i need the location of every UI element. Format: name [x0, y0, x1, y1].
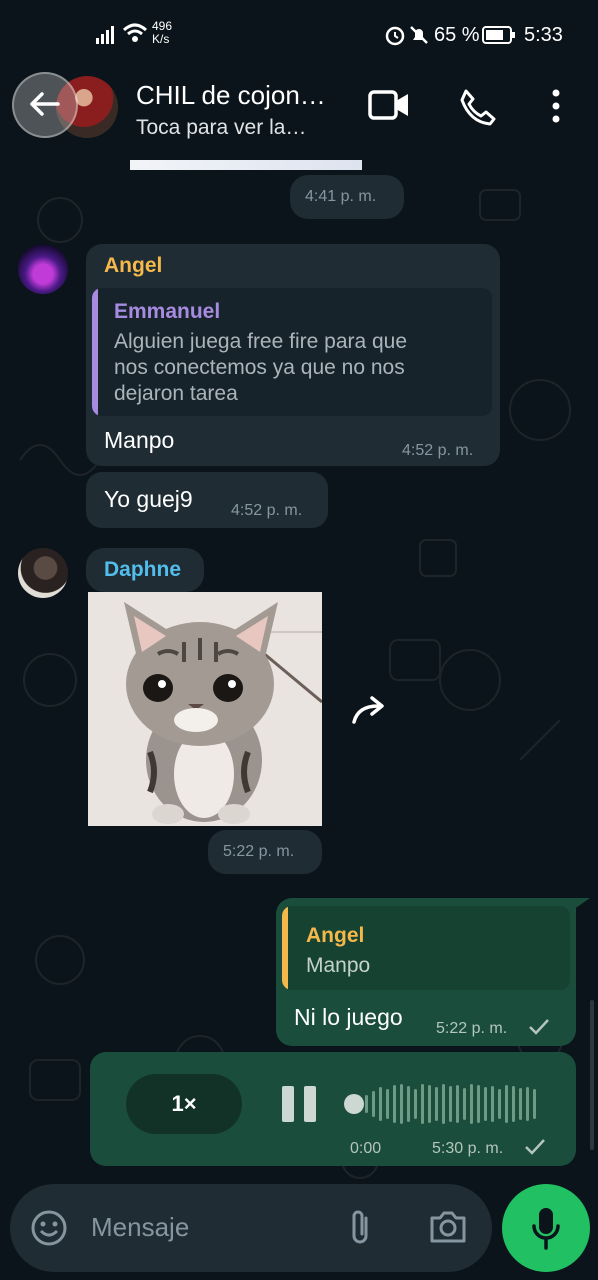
read-check-icon — [525, 1139, 545, 1155]
waveform-bar — [386, 1089, 389, 1119]
status-clock: 5:33 — [524, 24, 563, 46]
waveform-bar — [505, 1085, 508, 1123]
waveform-bar — [442, 1084, 445, 1124]
quoted-text: Manpo — [306, 954, 371, 977]
message-time-pill: 5:22 p. m. — [208, 830, 322, 874]
message-input[interactable]: Mensaje — [91, 1212, 189, 1243]
quoted-sender: Angel — [306, 924, 365, 947]
message-time: 4:52 p. m. — [402, 442, 474, 459]
chat-header: CHIL de cojon… Toca para ver la… — [0, 62, 598, 160]
message-time: 4:52 p. m. — [231, 502, 303, 519]
status-bar: 496 K/s 65 % 5:33 — [0, 0, 598, 70]
quoted-text-line-2: nos conectemos ya que no nos — [114, 356, 405, 379]
back-button[interactable] — [12, 72, 78, 138]
forward-icon[interactable] — [350, 694, 390, 728]
waveform-bar — [372, 1091, 375, 1117]
message-time-pill: 4:41 p. m. — [290, 175, 404, 219]
chat-subtitle[interactable]: Toca para ver la… — [136, 116, 306, 140]
network-speed-unit: K/s — [152, 32, 170, 46]
waveform-bar — [463, 1088, 466, 1120]
waveform-bar — [421, 1084, 424, 1124]
sender-name[interactable]: Angel — [104, 254, 162, 278]
waveform-bar — [498, 1089, 501, 1119]
pause-icon[interactable] — [280, 1084, 318, 1124]
message-text: Manpo — [104, 427, 175, 453]
battery-percent: 65 % — [434, 24, 480, 46]
waveform-bar — [435, 1087, 438, 1121]
quoted-text-line-1: Alguien juega free fire para que — [114, 330, 408, 353]
previous-image-edge — [130, 160, 362, 170]
alarm-icon — [385, 26, 405, 46]
waveform-bar — [491, 1086, 494, 1122]
camera-icon[interactable] — [428, 1210, 468, 1244]
waveform-bar — [449, 1086, 452, 1122]
quoted-text-line-3: dejaron tarea — [114, 382, 238, 405]
voice-elapsed-time: 0:00 — [350, 1140, 382, 1157]
quoted-message[interactable]: Emmanuel Alguien juega free fire para qu… — [92, 288, 492, 416]
message-time: 5:22 p. m. — [436, 1020, 508, 1037]
read-check-icon — [529, 1019, 549, 1035]
quoted-sender: Emmanuel — [114, 300, 221, 323]
waveform-bar — [393, 1085, 396, 1123]
mic-button[interactable] — [502, 1184, 590, 1272]
back-arrow-icon — [30, 92, 60, 116]
waveform-bar — [428, 1085, 431, 1123]
waveform-bar — [365, 1095, 368, 1113]
waveform-bar — [484, 1087, 487, 1121]
mute-bell-icon — [410, 26, 428, 44]
message-time: 4:41 p. m. — [305, 188, 377, 205]
playback-speed-button[interactable]: 1× — [126, 1074, 242, 1134]
avatar-angel[interactable] — [18, 244, 68, 294]
waveform-bar — [400, 1084, 403, 1124]
mic-icon — [532, 1208, 560, 1250]
wifi-icon — [122, 23, 148, 42]
waveform-bar — [407, 1086, 410, 1122]
quote-bar — [92, 288, 98, 416]
chat-title[interactable]: CHIL de cojon… — [136, 80, 326, 111]
kitten-image[interactable] — [88, 592, 322, 826]
message-text: Ni lo juego — [294, 1004, 403, 1030]
quoted-message[interactable]: Angel Manpo — [282, 906, 570, 990]
message-time: 5:30 p. m. — [432, 1140, 504, 1157]
message-time: 5:22 p. m. — [223, 843, 295, 860]
waveform-bar — [477, 1085, 480, 1123]
waveform-bar — [414, 1089, 417, 1119]
bubble-tail — [570, 898, 590, 912]
waveform-bar — [456, 1085, 459, 1123]
sender-name-pill: Daphne — [86, 548, 204, 592]
message-input-bar[interactable]: Mensaje — [10, 1184, 492, 1272]
phone-icon[interactable] — [458, 88, 496, 126]
message-bubble-angel-2[interactable]: Yo guej9 4:52 p. m. — [86, 472, 328, 528]
network-speed: 496 K/s — [152, 20, 172, 46]
message-bubble-outgoing[interactable]: Angel Manpo Ni lo juego 5:22 p. m. — [276, 898, 576, 1046]
signal-icon — [96, 26, 114, 44]
voice-message-bubble[interactable]: 1× 0:00 5:30 p. m. — [90, 1052, 576, 1166]
attach-icon[interactable] — [346, 1206, 374, 1248]
more-options-icon[interactable] — [550, 88, 562, 124]
scrollbar[interactable] — [590, 1000, 594, 1150]
waveform-bar — [533, 1089, 536, 1119]
sender-name[interactable]: Daphne — [104, 558, 181, 582]
waveform-bar — [379, 1087, 382, 1121]
battery-icon — [482, 26, 515, 44]
quote-bar — [282, 906, 288, 990]
waveform-bar — [470, 1084, 473, 1124]
message-text: Yo guej9 — [104, 486, 193, 512]
waveform-bar — [519, 1088, 522, 1120]
video-call-icon[interactable] — [368, 88, 410, 122]
message-bubble-angel[interactable]: Angel Emmanuel Alguien juega free fire p… — [86, 244, 500, 466]
playback-scrubber[interactable] — [344, 1094, 364, 1114]
waveform-bar — [512, 1086, 515, 1122]
avatar-daphne[interactable] — [18, 548, 68, 598]
emoji-icon[interactable] — [30, 1209, 68, 1247]
voice-waveform[interactable] — [344, 1080, 550, 1128]
waveform-bar — [526, 1087, 529, 1121]
